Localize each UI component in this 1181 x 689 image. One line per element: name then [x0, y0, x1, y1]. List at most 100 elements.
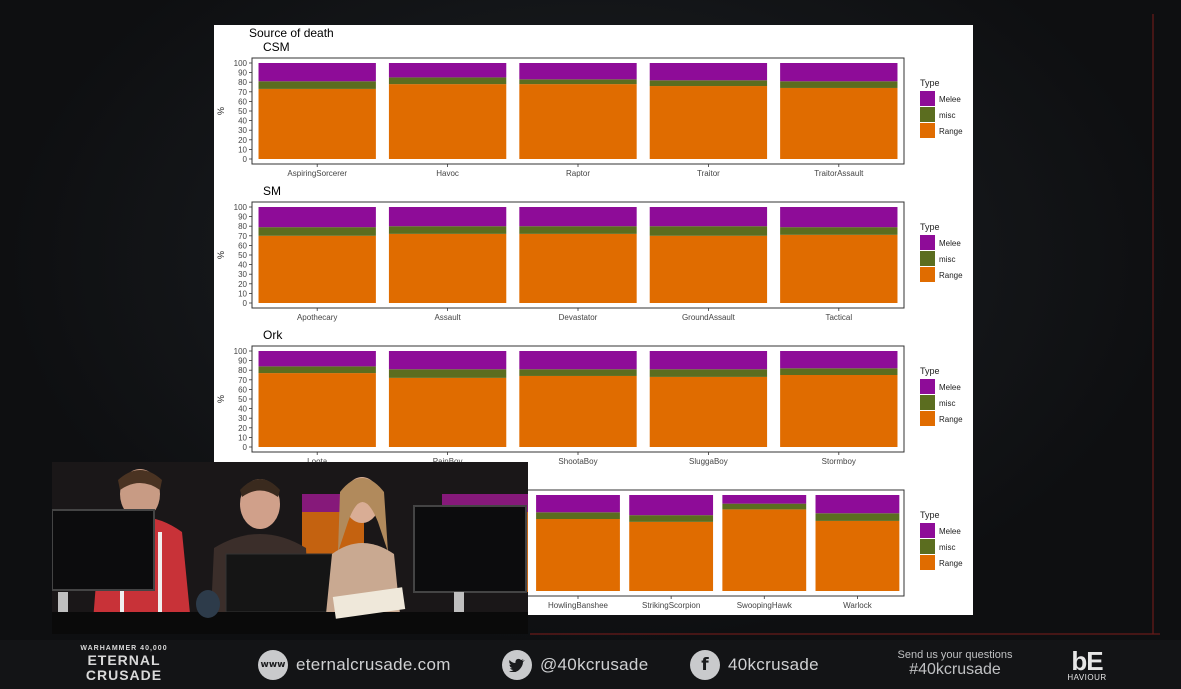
y-tick-label: 40	[238, 117, 247, 126]
website-text: eternalcrusade.com	[296, 654, 451, 674]
website-link[interactable]: www eternalcrusade.com	[258, 640, 451, 689]
x-tick-label: ShootaBoy	[558, 457, 597, 466]
panel-title: SM	[263, 184, 281, 198]
bar-segment-melee	[388, 63, 507, 78]
legend-swatch-misc	[920, 107, 935, 122]
bar-segment-misc	[536, 512, 620, 519]
y-tick-label: 80	[238, 366, 247, 375]
legend-swatch-range	[920, 411, 935, 426]
x-tick-label: StrikingScorpion	[642, 601, 700, 610]
y-tick-label: 90	[238, 69, 247, 78]
x-tick-label: Stormboy	[822, 457, 856, 466]
bar-segment-misc	[649, 369, 768, 377]
legend-swatch-misc	[920, 251, 935, 266]
y-axis-label: %	[216, 395, 226, 403]
x-tick-label: Warlock	[843, 601, 873, 610]
legend-label: misc	[939, 543, 955, 552]
bar-segment-range	[519, 233, 637, 303]
bar-segment-misc	[519, 79, 637, 85]
x-tick-label: AspiringSorcerer	[287, 169, 347, 178]
behaviour-mark: bE	[1071, 645, 1103, 676]
logo-main-text: ETERNAL CRUSADE	[85, 651, 163, 684]
y-tick-label: 10	[238, 433, 247, 442]
bar-segment-melee	[258, 207, 376, 228]
bar-segment-range	[649, 376, 768, 447]
x-tick-label: SwoopingHawk	[737, 601, 793, 610]
webcam-overlay	[52, 462, 528, 634]
x-tick-label: Apothecary	[297, 313, 337, 322]
footer-bar: WARHAMMER 40,000 ETERNAL CRUSADE www ete…	[0, 640, 1181, 689]
bar-segment-range	[519, 375, 637, 447]
bar-segment-range	[258, 88, 376, 159]
bar-segment-range	[649, 86, 768, 159]
x-tick-label: Havoc	[436, 169, 459, 178]
bar-segment-melee	[815, 495, 900, 514]
legend-label: Melee	[939, 239, 961, 248]
bar-segment-melee	[258, 63, 376, 82]
bar-segment-misc	[258, 81, 376, 89]
legend-swatch-range	[920, 267, 935, 282]
legend-label: Range	[939, 271, 963, 280]
frame-accent-line	[1152, 14, 1154, 634]
legend-label: Melee	[939, 95, 961, 104]
y-tick-label: 100	[234, 203, 248, 212]
legend-label: Range	[939, 415, 963, 424]
legend-title: Type	[920, 366, 940, 376]
bar-segment-misc	[388, 77, 507, 85]
facebook-link[interactable]: f 40kcrusade	[690, 640, 819, 689]
bar-segment-misc	[815, 513, 900, 521]
legend-swatch-range	[920, 123, 935, 138]
twitter-link[interactable]: @40kcrusade	[502, 640, 648, 689]
y-tick-label: 50	[238, 251, 247, 260]
legend-swatch-melee	[920, 235, 935, 250]
slide-title: Source of death	[249, 26, 334, 40]
y-tick-label: 100	[234, 347, 248, 356]
y-axis-label: %	[216, 251, 226, 259]
x-tick-label: TraitorAssault	[814, 169, 864, 178]
facebook-handle-text: 40kcrusade	[728, 654, 819, 674]
y-tick-label: 30	[238, 126, 247, 135]
bar-segment-range	[780, 234, 898, 303]
legend-title: Type	[920, 222, 940, 232]
bar-segment-melee	[722, 495, 807, 504]
globe-www-icon: www	[258, 649, 288, 680]
x-tick-label: Traitor	[697, 169, 720, 178]
bar-segment-misc	[519, 369, 637, 376]
mug	[196, 590, 220, 618]
legend-swatch-melee	[920, 91, 935, 106]
bar-segment-range	[629, 521, 714, 591]
legend-swatch-misc	[920, 395, 935, 410]
monitor-right	[413, 505, 527, 593]
legend-label: Range	[939, 127, 963, 136]
legend-label: Range	[939, 559, 963, 568]
bar-segment-melee	[258, 351, 376, 367]
twitter-bird-icon	[502, 649, 532, 680]
bar-segment-misc	[649, 80, 768, 87]
y-tick-label: 70	[238, 232, 247, 241]
desk	[52, 612, 528, 634]
bar-segment-misc	[388, 369, 507, 378]
x-tick-label: HowlingBanshee	[548, 601, 609, 610]
behaviour-logo: bE HAVIOUR	[1060, 640, 1114, 689]
bar-segment-range	[649, 235, 768, 303]
frame-accent-line	[530, 633, 1160, 635]
y-tick-label: 100	[234, 59, 248, 68]
legend-label: Melee	[939, 383, 961, 392]
bar-segment-range	[388, 84, 507, 159]
y-tick-label: 0	[243, 443, 248, 452]
x-tick-label: Tactical	[825, 313, 852, 322]
y-tick-label: 80	[238, 78, 247, 87]
panel-title: CSM	[263, 40, 290, 54]
y-tick-label: 30	[238, 414, 247, 423]
bar-segment-melee	[629, 495, 714, 516]
bar-segment-range	[780, 87, 898, 159]
bar-segment-range	[722, 509, 807, 591]
y-tick-label: 0	[243, 299, 248, 308]
monitor-left	[52, 509, 155, 591]
bar-segment-range	[536, 519, 620, 591]
legend-title: Type	[920, 510, 940, 520]
bar-segment-misc	[722, 503, 807, 510]
y-tick-label: 10	[238, 289, 247, 298]
bar-segment-range	[258, 235, 376, 303]
y-tick-label: 50	[238, 395, 247, 404]
